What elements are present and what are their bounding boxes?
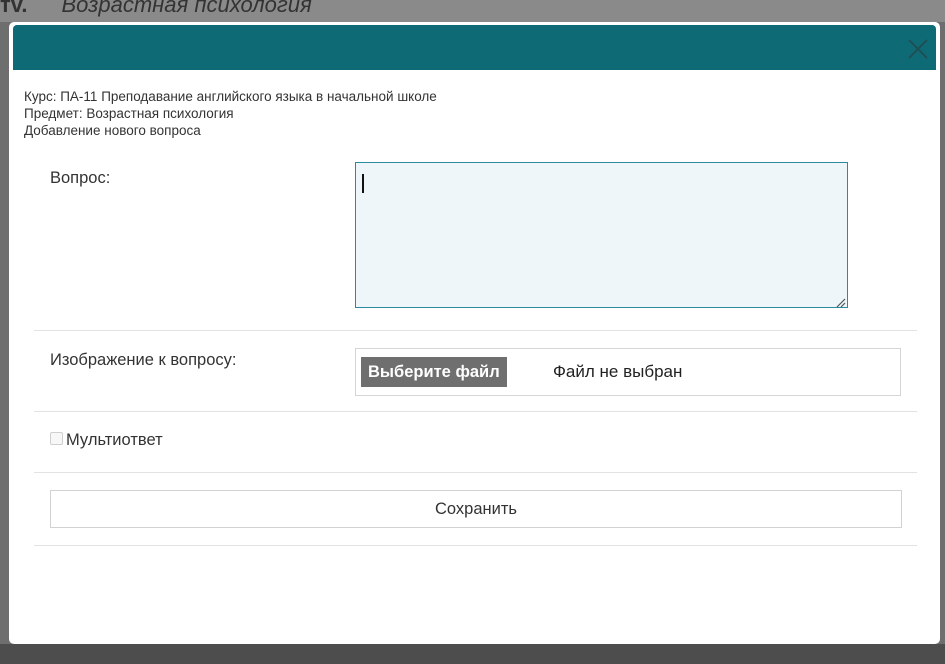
divider [34,411,917,412]
choose-file-button[interactable]: Выберите файл [361,357,507,387]
multi-answer-label[interactable]: Мультиответ [66,431,163,450]
text-caret [362,174,364,193]
backdrop-heading-prefix: тv. [0,0,28,17]
subject-line: Предмет: Возрастная психология [24,106,234,121]
add-question-modal: Курс: ПА-11 Преподавание английского язы… [9,22,940,644]
divider [34,545,917,546]
file-input[interactable]: Выберите файл Файл не выбран [355,348,901,396]
modal-header [13,25,936,70]
question-textarea[interactable] [355,162,848,308]
backdrop-bottom-shade [0,644,945,664]
backdrop-heading: тv. Возрастная психология [0,0,312,18]
question-context: Курс: ПА-11 Преподавание английского язы… [24,88,437,139]
close-icon[interactable] [902,33,934,65]
backdrop-page-header: тv. Возрастная психология [0,0,945,22]
image-label: Изображение к вопросу: [50,351,237,369]
action-line: Добавление нового вопроса [24,123,201,138]
divider [34,472,917,473]
multi-answer-checkbox[interactable] [50,432,63,445]
save-button[interactable]: Сохранить [50,490,902,528]
divider [34,330,917,331]
course-line: Курс: ПА-11 Преподавание английского язы… [24,89,437,104]
question-label: Вопрос: [50,169,111,187]
file-status: Файл не выбран [553,362,683,381]
resize-grip-icon[interactable] [836,295,846,308]
backdrop-heading-title: Возрастная психология [61,0,312,17]
